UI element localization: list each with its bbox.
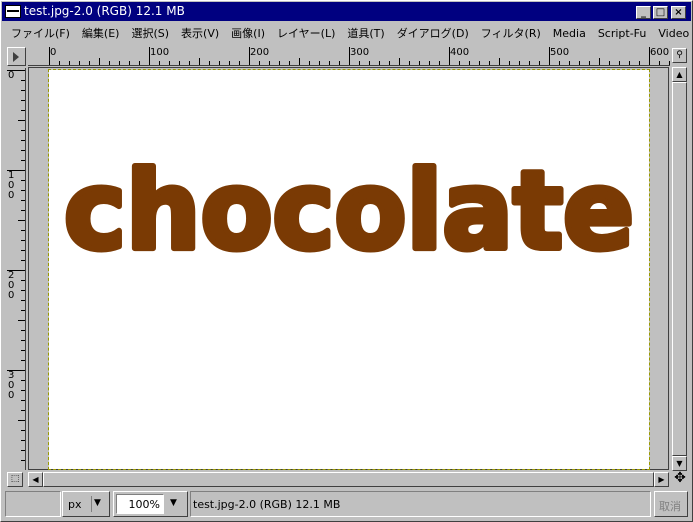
cancel-button[interactable]: 取消: [654, 491, 688, 517]
image-canvas[interactable]: chocolate: [48, 69, 650, 470]
quick-mask-icon[interactable]: ⬚: [7, 472, 23, 487]
window-title: test.jpg-2.0 (RGB) 12.1 MB: [24, 4, 185, 18]
zoom-value: 100%: [128, 498, 160, 511]
unit-value: px: [68, 498, 82, 511]
status-message-area: test.jpg-2.0 (RGB) 12.1 MB: [190, 491, 651, 517]
zoom-selector[interactable]: 100% ▼: [113, 491, 188, 517]
vertical-ruler[interactable]: 0 100 200 300: [7, 68, 26, 470]
move-arrows-icon[interactable]: ✥: [672, 471, 688, 487]
menu-bar: ファイル(F) 編集(E) 選択(S) 表示(V) 画像(I) レイヤー(L) …: [2, 23, 691, 43]
canvas-text: chocolate: [64, 149, 634, 274]
status-bar: px ▼ 100% ▼ test.jpg-2.0 (RGB) 12.1 MB 取…: [2, 489, 691, 520]
h-ruler-label: 300: [350, 47, 370, 58]
menu-edit[interactable]: 編集(E): [76, 25, 126, 41]
scroll-left-button[interactable]: ◀: [28, 472, 43, 487]
h-ruler-label: 500: [550, 47, 570, 58]
scroll-down-button[interactable]: ▼: [672, 456, 687, 471]
menu-file[interactable]: ファイル(F): [2, 25, 76, 41]
menu-media[interactable]: Media: [547, 27, 592, 40]
menu-tools[interactable]: 道具(T): [341, 25, 390, 41]
scroll-right-button[interactable]: ▶: [654, 472, 669, 487]
unit-selector[interactable]: px ▼: [62, 491, 110, 517]
ruler-corner-menu-button[interactable]: [7, 47, 26, 66]
horizontal-ruler[interactable]: 0 100 200 300 400 500 600: [28, 47, 670, 66]
v-ruler-label: 100: [8, 170, 15, 201]
cancel-label: 取消: [659, 500, 681, 513]
menu-layer[interactable]: レイヤー(L): [271, 25, 341, 41]
maximize-button[interactable]: □: [653, 6, 668, 19]
v-ruler-label: 0: [8, 70, 15, 81]
h-ruler-label: 100: [150, 47, 170, 58]
zoom-input[interactable]: 100%: [116, 494, 164, 514]
title-bar[interactable]: test.jpg-2.0 (RGB) 12.1 MB _ □ ×: [2, 2, 691, 21]
v-ruler-label: 300: [8, 370, 15, 401]
h-ruler-label: 200: [250, 47, 270, 58]
menu-filters[interactable]: フィルタ(R): [475, 25, 547, 41]
canvas-artwork: chocolate: [61, 146, 637, 277]
h-ruler-label: 400: [450, 47, 470, 58]
divider: [91, 496, 92, 512]
menu-image[interactable]: 画像(I): [225, 25, 271, 41]
vertical-scrollbar[interactable]: ▲ ▼: [672, 67, 687, 471]
vertical-scroll-thumb[interactable]: [672, 82, 687, 456]
menu-script-fu[interactable]: Script-Fu: [592, 27, 653, 40]
h-ruler-label: 0: [50, 47, 57, 58]
minimize-button[interactable]: _: [636, 6, 651, 19]
horizontal-scrollbar[interactable]: ◀ ▶: [28, 472, 669, 487]
menu-view[interactable]: 表示(V): [175, 25, 225, 41]
pointer-coordinates: [5, 491, 61, 517]
app-icon[interactable]: [5, 5, 21, 18]
magnifier-icon[interactable]: ⚲: [672, 48, 687, 63]
chevron-down-icon: ▼: [94, 498, 101, 508]
menu-select[interactable]: 選択(S): [125, 25, 175, 41]
menu-video[interactable]: Video: [652, 27, 693, 40]
status-message: test.jpg-2.0 (RGB) 12.1 MB: [193, 498, 341, 511]
horizontal-scroll-thumb[interactable]: [43, 472, 654, 487]
menu-dialogs[interactable]: ダイアログ(D): [391, 25, 475, 41]
scroll-up-button[interactable]: ▲: [672, 67, 687, 82]
close-button[interactable]: ×: [671, 6, 686, 19]
chevron-down-icon: ▼: [170, 498, 177, 508]
v-ruler-label: 200: [8, 270, 15, 301]
h-ruler-label: 600: [650, 47, 670, 58]
